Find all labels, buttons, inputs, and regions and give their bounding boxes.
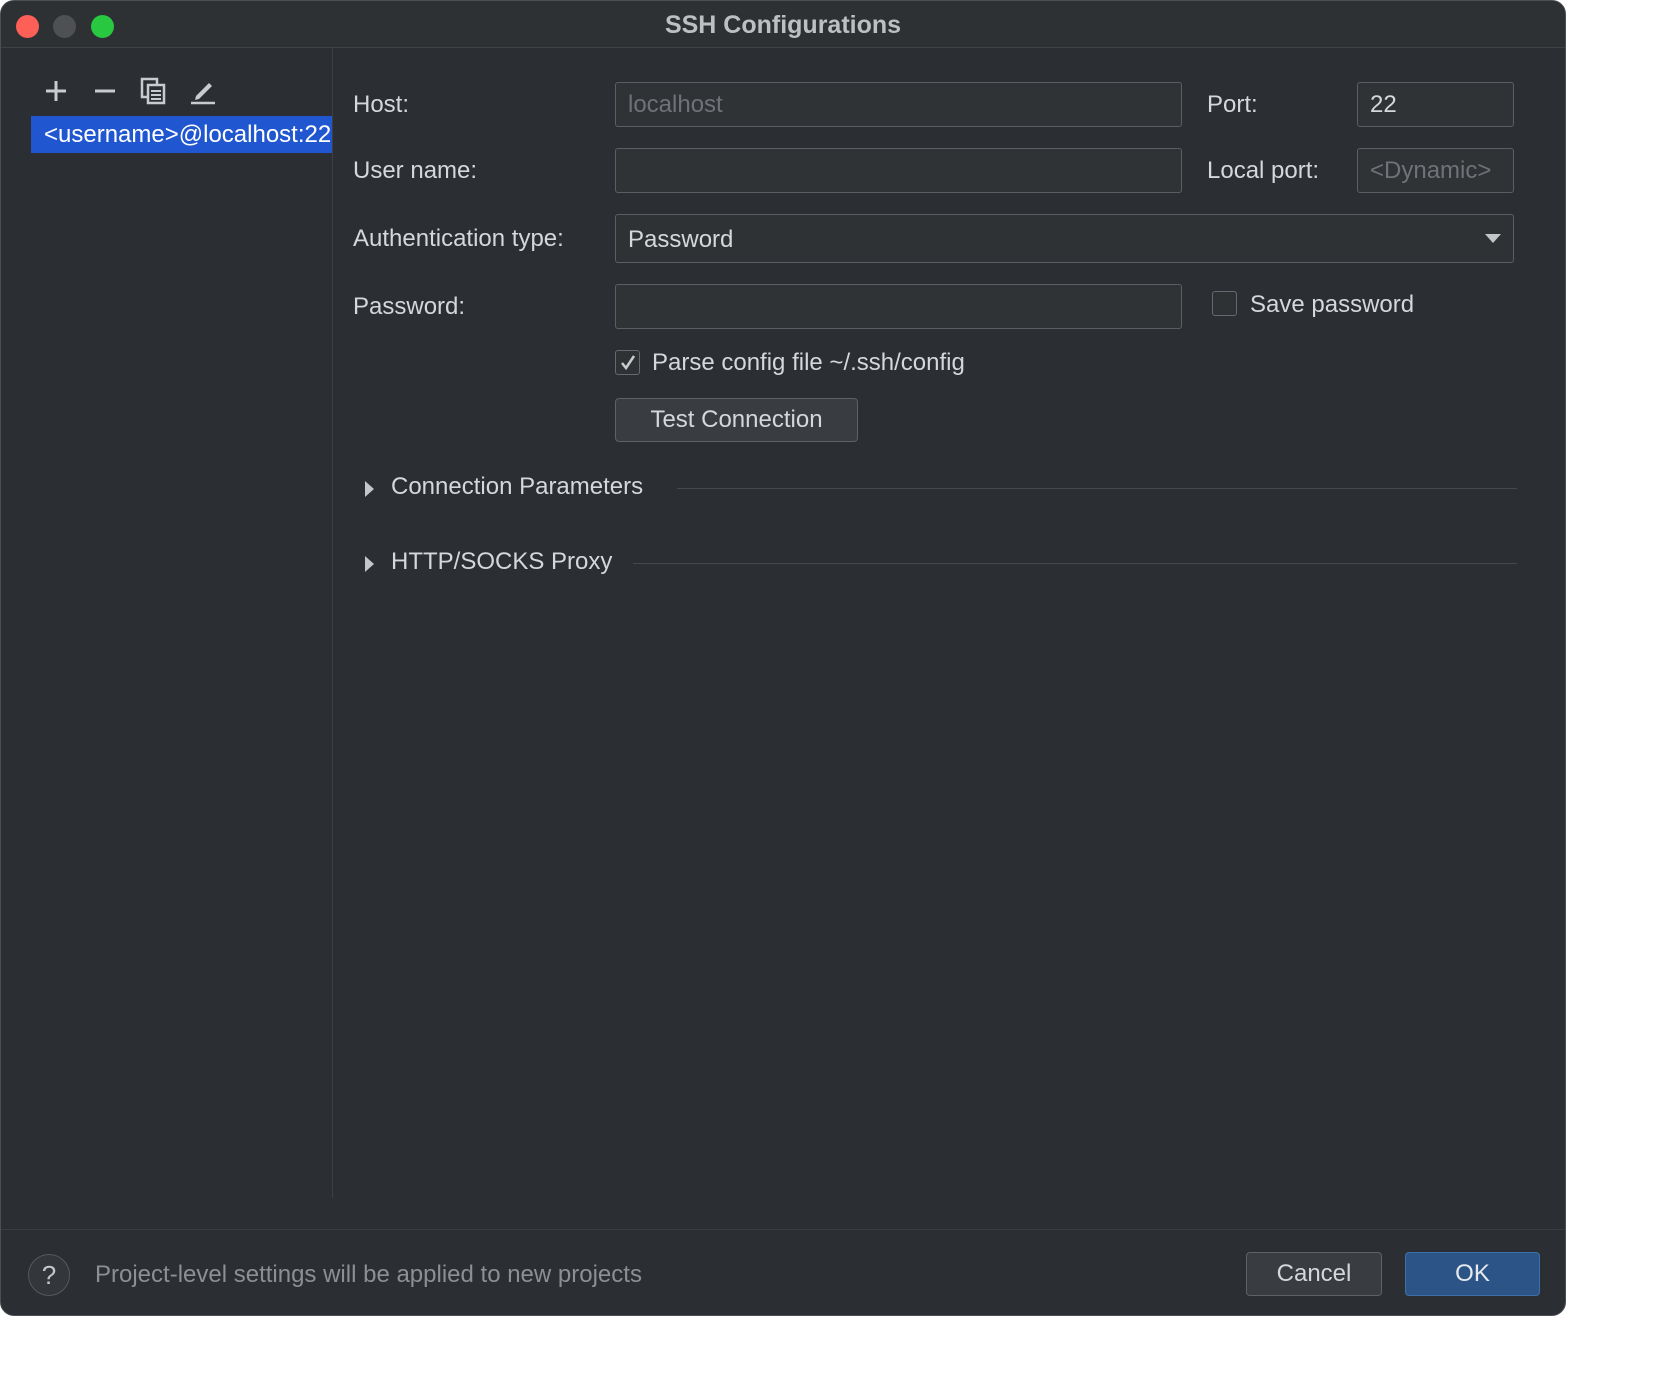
port-input[interactable] — [1357, 82, 1514, 127]
dialog-footer: ? Project-level settings will be applied… — [1, 1229, 1565, 1315]
config-list-item[interactable]: <username>@localhost:22 — [31, 116, 332, 153]
ok-button[interactable]: OK — [1405, 1252, 1540, 1296]
help-button[interactable]: ? — [28, 1254, 70, 1296]
minus-icon — [95, 89, 115, 93]
add-config-button[interactable] — [41, 76, 71, 106]
connection-parameters-section[interactable]: Connection Parameters — [361, 473, 1517, 503]
port-label: Port: — [1207, 91, 1258, 118]
pencil-icon — [191, 83, 215, 105]
chevron-down-icon — [1485, 234, 1501, 243]
expand-arrow-icon — [365, 556, 374, 572]
username-input[interactable] — [615, 148, 1182, 193]
plus-icon — [46, 81, 66, 101]
host-input[interactable] — [615, 82, 1182, 127]
http-socks-proxy-label: HTTP/SOCKS Proxy — [391, 548, 613, 575]
window-title: SSH Configurations — [664, 11, 902, 39]
local-port-label: Local port: — [1207, 157, 1320, 184]
auth-type-select[interactable]: Password — [615, 214, 1514, 263]
title-bar: SSH Configurations — [1, 1, 1565, 48]
ssh-configurations-dialog: SSH Configurations <username>@localhost:… — [0, 0, 1566, 1316]
auth-type-label: Authentication type: — [353, 225, 564, 252]
footer-info-text: Project-level settings will be applied t… — [95, 1261, 642, 1288]
auth-type-value: Password — [628, 226, 734, 253]
test-connection-button[interactable]: Test Connection — [615, 398, 858, 442]
cancel-button[interactable]: Cancel — [1246, 1252, 1382, 1296]
config-list-pane: <username>@localhost:22 — [1, 48, 333, 1198]
copy-config-button[interactable] — [139, 76, 169, 106]
username-label: User name: — [353, 157, 478, 184]
checkmark-icon — [621, 355, 636, 371]
section-divider — [677, 488, 1517, 489]
edit-config-button[interactable] — [188, 76, 218, 106]
parse-config-checkbox[interactable] — [615, 350, 640, 375]
save-password-checkbox[interactable] — [1212, 291, 1237, 316]
password-input[interactable] — [615, 284, 1182, 329]
remove-config-button[interactable] — [90, 76, 120, 106]
http-socks-proxy-section[interactable]: HTTP/SOCKS Proxy — [361, 548, 1517, 578]
save-password-label[interactable]: Save password — [1250, 291, 1414, 319]
expand-arrow-icon — [365, 481, 374, 497]
parse-config-label[interactable]: Parse config file ~/.ssh/config — [652, 349, 965, 377]
section-divider — [633, 563, 1517, 564]
connection-parameters-label: Connection Parameters — [391, 473, 644, 500]
password-label: Password: — [353, 293, 466, 320]
host-label: Host: — [353, 91, 410, 118]
copy-icon — [140, 77, 166, 105]
local-port-input[interactable] — [1357, 148, 1514, 193]
